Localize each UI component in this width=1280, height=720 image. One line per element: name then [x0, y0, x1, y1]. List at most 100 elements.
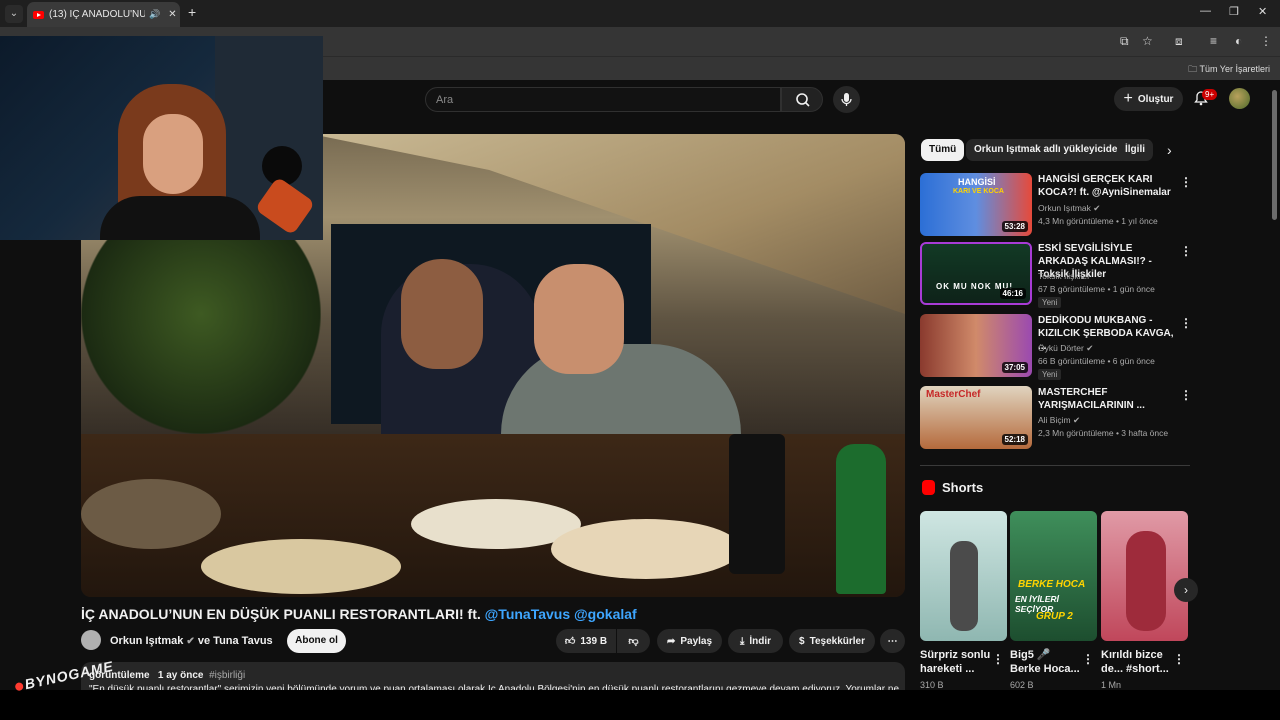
short-views: 602 B: [1010, 680, 1034, 690]
watermark-dot-icon: [14, 681, 24, 692]
thumbs-up-icon: 👍︎: [564, 636, 576, 647]
short-title[interactable]: Kırıldı bizce de... #short...: [1101, 648, 1173, 676]
video-thumbnail[interactable]: OK MU NOK MU! 46:16: [920, 242, 1032, 305]
close-tab-icon[interactable]: ✕: [168, 9, 176, 20]
share-button[interactable]: ➦ Paylaş: [657, 629, 722, 653]
kebab-menu-icon[interactable]: ⋮: [1173, 652, 1185, 666]
like-button[interactable]: 👍︎ 139 B: [556, 629, 616, 653]
short-title[interactable]: Sürpriz sonlu hareketi ...: [920, 648, 992, 676]
extensions-icon[interactable]: ⧈: [1175, 34, 1183, 49]
video-frame-person-right-head: [534, 264, 624, 374]
recommendation-channel: Öykü Dörter ✔: [1038, 343, 1093, 354]
minimize-button[interactable]: —: [1200, 5, 1211, 17]
cast-icon[interactable]: ⧉: [1120, 34, 1129, 49]
video-frame-bottle: [836, 444, 886, 594]
kebab-menu-icon[interactable]: ⋮: [1180, 244, 1192, 258]
recommendation-item[interactable]: MasterChef 52:18 MASTERCHEF YARIŞMACILAR…: [920, 386, 1192, 450]
subscribe-button[interactable]: Abone ol: [287, 629, 346, 653]
speaker-icon[interactable]: 🔊: [149, 9, 160, 20]
shorts-icon: [922, 480, 935, 495]
short-overlay-text: GRUP 2: [1036, 611, 1073, 622]
video-thumbnail[interactable]: MasterChef 52:18: [920, 386, 1032, 449]
media-control-icon[interactable]: ≡: [1210, 34, 1217, 48]
bottom-black-bar: [0, 690, 1280, 720]
shorts-heading: Shorts: [942, 480, 984, 495]
channel-names[interactable]: Orkun Işıtmak ✔ ve Tuna Tavus: [110, 635, 273, 647]
short-thumbnail[interactable]: [920, 511, 1007, 641]
short-figure: [950, 541, 978, 631]
video-title-mentions[interactable]: @TunaTavus @gokalaf: [485, 606, 637, 622]
profile-icon[interactable]: ◐: [1235, 34, 1242, 48]
verified-icon: ✔: [1093, 203, 1101, 213]
recommendation-title[interactable]: HANGİSİ GERÇEK KARI KOCA?! ft. @AyniSine…: [1038, 173, 1178, 199]
chip-related[interactable]: İlgili: [1117, 139, 1153, 161]
new-badge: Yeni: [1038, 369, 1062, 380]
restore-button[interactable]: ❐: [1229, 5, 1239, 18]
hashtag[interactable]: #işbirliği: [209, 670, 245, 681]
search-icon: [796, 93, 810, 107]
recommendation-title[interactable]: MASTERCHEF YARIŞMACILARININ ...: [1038, 386, 1178, 412]
notification-badge: 9+: [1202, 89, 1218, 100]
video-frame-bowl: [81, 479, 221, 549]
recommendation-item[interactable]: HANGİSİ KARI VE KOCA 53:28 HANGİSİ GERÇE…: [920, 173, 1192, 237]
recommendation-item[interactable]: OK MU NOK MU! 46:16 ESKİ SEVGİLİSİYLE AR…: [920, 242, 1192, 308]
chip-from-uploader[interactable]: Orkun Işıtmak adlı yükleyiciden: [966, 139, 1132, 161]
like-count: 139 B: [580, 635, 608, 647]
new-tab-button[interactable]: +: [188, 4, 196, 20]
tab-search-button[interactable]: ⌄: [5, 5, 23, 23]
recommendation-channel-name: Öykü Dörter: [1038, 343, 1084, 353]
recommendation-channel: Orkun Işıtmak ✔: [1038, 203, 1100, 214]
recommendation-meta: 4,3 Mn görüntüleme • 1 yıl önce: [1038, 216, 1158, 226]
video-duration: 46:16: [999, 288, 1026, 299]
kebab-menu-icon[interactable]: ⋮: [1180, 175, 1192, 189]
verified-icon: ✔: [186, 636, 195, 647]
thanks-button[interactable]: $ Teşekkürler: [789, 629, 875, 653]
short-views: 1 Mn: [1101, 680, 1122, 690]
webcam-streamer-body: [100, 196, 260, 240]
video-title-text: İÇ ANADOLU’NUN EN DÜŞÜK PUANLI RESTORANT…: [81, 606, 481, 622]
bookmark-star-icon[interactable]: ☆: [1142, 34, 1153, 48]
thumbnail-text: HANGİSİ: [958, 177, 996, 187]
share-icon: ➦: [666, 635, 676, 647]
download-icon: ⤓: [739, 635, 745, 647]
close-window-button[interactable]: ✕: [1258, 5, 1267, 18]
kebab-menu-icon[interactable]: ⋮: [992, 652, 1004, 666]
recommendation-item[interactable]: 37:05 DEDİKODU MUKBANG - KIZILCIK ŞERBOD…: [920, 314, 1192, 380]
recommendation-channel: Toksik İlişkiler: [1038, 271, 1090, 281]
search-button[interactable]: [781, 87, 823, 112]
channel-name: Orkun Işıtmak: [110, 635, 184, 647]
browser-menu-icon[interactable]: ⋮: [1260, 34, 1272, 48]
short-title[interactable]: Big5 🎤 Berke Hoca...: [1010, 648, 1082, 676]
kebab-menu-icon[interactable]: ⋮: [1180, 316, 1192, 330]
short-thumbnail[interactable]: [1101, 511, 1188, 641]
video-thumbnail[interactable]: 37:05: [920, 314, 1032, 377]
recommendation-meta: 67 B görüntüleme • 1 gün önce: [1038, 284, 1155, 294]
short-thumbnail[interactable]: BERKE HOCA EN İYİLERİ SEÇİYOR GRUP 2: [1010, 511, 1097, 641]
account-avatar[interactable]: [1229, 88, 1250, 109]
search-input[interactable]: Ara: [425, 87, 781, 112]
download-button[interactable]: ⤓ İndir: [728, 629, 783, 653]
chip-all[interactable]: Tümü: [921, 139, 965, 161]
microphone-icon: [841, 93, 852, 106]
dislike-button[interactable]: 👎︎: [617, 629, 650, 653]
video-thumbnail[interactable]: HANGİSİ KARI VE KOCA 53:28: [920, 173, 1032, 236]
kebab-menu-icon[interactable]: ⋮: [1082, 652, 1094, 666]
all-bookmarks-label: Tüm Yer İşaretleri: [1199, 64, 1270, 74]
verified-icon: ✔: [1072, 415, 1081, 425]
thanks-label: Teşekkürler: [809, 635, 865, 647]
shorts-next-icon[interactable]: ›: [1174, 578, 1198, 602]
recommendation-channel-name: Ali Biçim: [1038, 415, 1071, 425]
video-duration: 53:28: [1001, 221, 1028, 232]
new-badge: Yeni: [1038, 297, 1062, 308]
kebab-menu-icon[interactable]: ⋮: [1180, 388, 1192, 402]
video-title: İÇ ANADOLU’NUN EN DÜŞÜK PUANLI RESTORANT…: [81, 606, 637, 622]
scrollbar-thumb[interactable]: [1272, 90, 1277, 220]
streamer-webcam-overlay: [0, 36, 323, 240]
more-actions-button[interactable]: ⋯: [880, 629, 905, 653]
all-bookmarks-button[interactable]: 🗀 Tüm Yer İşaretleri: [1188, 62, 1270, 78]
browser-tab[interactable]: (13) İÇ ANADOLU'NUN EN 🔊 ✕: [27, 2, 180, 27]
chips-next-icon[interactable]: ›: [1167, 142, 1172, 158]
create-button[interactable]: + Oluştur: [1114, 87, 1183, 111]
channel-avatar[interactable]: [81, 630, 101, 650]
voice-search-button[interactable]: [833, 86, 860, 113]
